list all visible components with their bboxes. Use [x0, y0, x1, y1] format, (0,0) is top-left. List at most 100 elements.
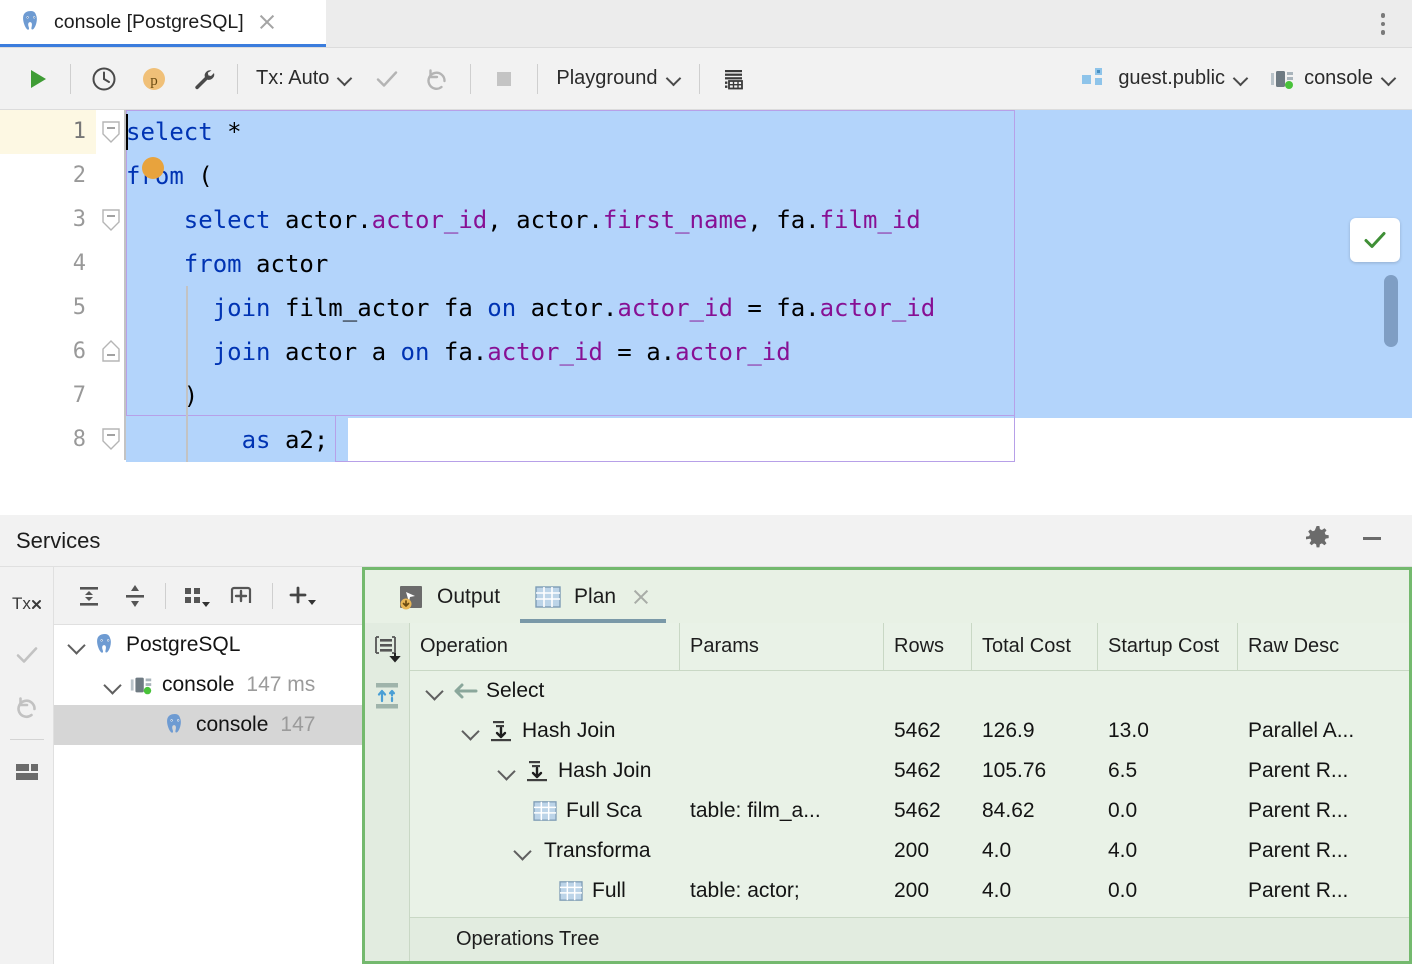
- console-dropdown[interactable]: console: [1258, 57, 1400, 101]
- tab-plan[interactable]: Plan: [520, 570, 666, 623]
- session-dropdown[interactable]: Playground: [546, 57, 690, 101]
- commit-check-icon: [372, 64, 402, 94]
- tree-item-meta: 147: [280, 713, 315, 737]
- schema-label: guest.public: [1118, 67, 1225, 90]
- close-icon[interactable]: [256, 11, 278, 33]
- cell-startup-cost: 4.0: [1098, 839, 1238, 863]
- wrench-icon: [189, 64, 219, 94]
- cell-startup-cost: 0.0: [1098, 879, 1238, 903]
- commit-check-icon[interactable]: [5, 629, 49, 681]
- rollback-button[interactable]: [412, 57, 462, 101]
- fold-marker[interactable]: [102, 428, 120, 450]
- chevron-down-icon[interactable]: [64, 632, 90, 658]
- parameters-button[interactable]: p: [129, 57, 179, 101]
- close-icon[interactable]: [630, 586, 652, 608]
- postgresql-elephant-icon: [92, 632, 118, 658]
- tree-item-console-session[interactable]: console 147 ms: [54, 665, 362, 705]
- divider: [70, 64, 71, 94]
- column-header-rows[interactable]: Rows: [884, 623, 972, 670]
- plan-table[interactable]: Operation Params Rows Total Cost Startup…: [410, 623, 1409, 961]
- fold-marker[interactable]: [102, 121, 120, 143]
- chevron-down-icon[interactable]: [100, 672, 126, 698]
- expand-all-icon[interactable]: [66, 573, 112, 619]
- chevron-down-icon: [1234, 72, 1248, 86]
- data-grid-icon: [718, 64, 748, 94]
- services-vertical-toolbar: Tx: [0, 567, 54, 964]
- cell-total-cost: 4.0: [972, 839, 1098, 863]
- rollback-revert-icon: [422, 64, 452, 94]
- plan-table-header: Operation Params Rows Total Cost Startup…: [410, 623, 1409, 671]
- run-button[interactable]: [12, 57, 62, 101]
- services-panel-body: Tx: [0, 567, 1412, 964]
- settings-button[interactable]: [179, 57, 229, 101]
- tree-item-meta: 147 ms: [246, 673, 315, 697]
- more-options-icon[interactable]: [1368, 9, 1398, 39]
- column-header-startup-cost[interactable]: Startup Cost: [1098, 623, 1238, 670]
- tab-console-postgresql[interactable]: console [PostgreSQL]: [0, 0, 326, 47]
- table-row[interactable]: Select: [410, 671, 1409, 711]
- code-content[interactable]: select * from ( select actor.actor_id, a…: [126, 110, 1412, 515]
- layout-grid-icon[interactable]: [5, 746, 49, 798]
- line-number: 2: [6, 154, 86, 198]
- ide-window: console [PostgreSQL] p: [0, 0, 1412, 964]
- selection-highlight: [126, 374, 1412, 418]
- line-number: 6: [6, 330, 86, 374]
- tab-plan-label: Plan: [574, 585, 616, 609]
- tree-item-postgresql[interactable]: PostgreSQL: [54, 625, 362, 665]
- tx-icon[interactable]: Tx: [5, 577, 49, 629]
- add-frame-icon[interactable]: [219, 573, 265, 619]
- rollback-revert-icon[interactable]: [5, 681, 49, 733]
- divider: [10, 739, 44, 740]
- chevron-down-icon[interactable]: [422, 678, 448, 704]
- selection-highlight: [126, 110, 1412, 154]
- table-row[interactable]: Hash Join 5462 126.9 13.0 Parallel A...: [410, 711, 1409, 751]
- breakpoint-dot-icon[interactable]: [142, 157, 164, 179]
- gear-icon[interactable]: [1304, 524, 1332, 557]
- column-header-total-cost[interactable]: Total Cost: [972, 623, 1098, 670]
- chevron-down-icon[interactable]: [510, 838, 536, 864]
- chevron-down-icon[interactable]: [458, 718, 484, 744]
- select-arrow-icon: [452, 680, 478, 702]
- services-tree[interactable]: PostgreSQL console 147 ms: [54, 625, 362, 964]
- sql-editor[interactable]: 1 2 3 4 5 6 7 8: [0, 110, 1412, 515]
- commit-button[interactable]: [362, 57, 412, 101]
- expand-tree-icon[interactable]: [370, 631, 404, 665]
- stop-button[interactable]: [479, 57, 529, 101]
- code-folding-gutter[interactable]: [96, 110, 126, 515]
- text-caret: [126, 114, 128, 150]
- inspection-status-widget[interactable]: [1350, 218, 1400, 262]
- table-row[interactable]: Transforma 200 4.0 4.0 Parent R...: [410, 831, 1409, 871]
- compare-arrows-icon[interactable]: [370, 679, 404, 713]
- tx-mode-label: Tx: Auto: [256, 67, 329, 90]
- table-row[interactable]: Hash Join 5462 105.76 6.5 Parent R...: [410, 751, 1409, 791]
- cell-total-cost: 84.62: [972, 799, 1098, 823]
- schema-dropdown[interactable]: guest.public: [1070, 57, 1258, 101]
- history-button[interactable]: [79, 57, 129, 101]
- add-new-icon[interactable]: [280, 573, 326, 619]
- hash-join-icon: [488, 719, 514, 743]
- fold-marker[interactable]: [102, 209, 120, 231]
- table-scan-icon: [532, 800, 558, 822]
- column-header-params[interactable]: Params: [680, 623, 884, 670]
- tx-mode-dropdown[interactable]: Tx: Auto: [246, 57, 362, 101]
- tree-item-console-query[interactable]: console 147: [54, 705, 362, 745]
- cell-rows: 5462: [884, 799, 972, 823]
- collapse-all-icon[interactable]: [112, 573, 158, 619]
- table-row[interactable]: Full table: actor; 200 4.0 0.0 Parent R.…: [410, 871, 1409, 911]
- output-export-icon: [397, 583, 425, 611]
- group-by-icon[interactable]: [173, 573, 219, 619]
- tab-output[interactable]: Output: [383, 570, 514, 623]
- column-header-raw-desc[interactable]: Raw Desc: [1238, 623, 1412, 670]
- subquery-scope-outline: [335, 416, 1015, 462]
- editor-scrollbar[interactable]: [1384, 275, 1398, 347]
- data-grid-button[interactable]: [708, 57, 758, 101]
- table-row[interactable]: Full Sca table: film_a... 5462 84.62 0.0…: [410, 791, 1409, 831]
- svg-text:p: p: [150, 73, 158, 89]
- cell-startup-cost: 13.0: [1098, 719, 1238, 743]
- column-header-operation[interactable]: Operation: [410, 623, 680, 670]
- fold-marker[interactable]: [102, 340, 120, 362]
- plan-panel: Output Plan: [362, 567, 1412, 964]
- chevron-down-icon[interactable]: [494, 758, 520, 784]
- minimize-icon[interactable]: [1358, 524, 1386, 557]
- tab-output-label: Output: [437, 585, 500, 609]
